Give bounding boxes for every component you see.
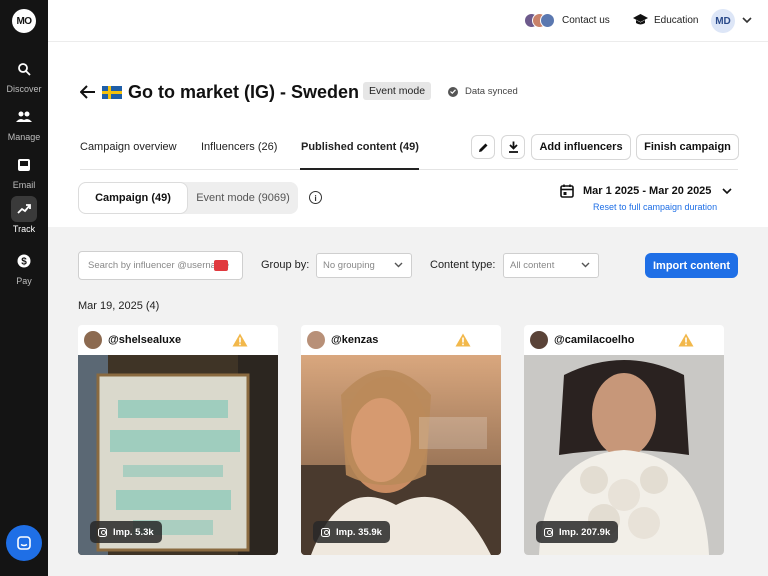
post-thumbnail[interactable]: Imp. 207.9k: [524, 355, 724, 555]
top-bar: Contact us Education MD: [48, 0, 768, 42]
group-by-value: No grouping: [323, 260, 375, 271]
group-by-label: Group by:: [261, 259, 310, 271]
sidebar-item-manage[interactable]: Manage: [0, 104, 48, 142]
pencil-icon: [478, 143, 487, 152]
download-button[interactable]: [501, 135, 525, 159]
sidebar-item-label: Discover: [6, 84, 42, 94]
impressions-badge: Imp. 5.3k: [90, 521, 162, 543]
import-content-button[interactable]: Import content: [645, 253, 738, 278]
search-input[interactable]: Search by influencer @username: [78, 251, 243, 280]
event-mode-badge: Event mode: [363, 82, 432, 100]
sidebar-item-label: Manage: [7, 132, 41, 142]
instagram-icon: [544, 527, 553, 537]
chevron-down-icon: [581, 262, 590, 268]
warning-icon[interactable]: [678, 333, 694, 347]
search-icon: [11, 56, 37, 82]
sidebar-item-label: Pay: [16, 276, 32, 286]
impressions-badge: Imp. 35.9k: [313, 521, 390, 543]
contact-us-link[interactable]: Contact us: [562, 15, 610, 26]
search-placeholder: Search by influencer @username: [88, 260, 230, 271]
tab-influencers[interactable]: Influencers (26): [201, 141, 277, 153]
sidebar-item-label: Email: [12, 180, 36, 190]
tab-published-content[interactable]: Published content (49): [301, 141, 419, 153]
content-type-value: All content: [510, 260, 555, 271]
sync-status: Data synced: [448, 86, 518, 97]
inbox-icon: [11, 152, 37, 178]
post-thumbnail[interactable]: Imp. 5.3k: [78, 355, 278, 555]
content-card[interactable]: @shelsealuxe Imp. 5.3k: [78, 325, 278, 555]
check-circle-icon: [448, 86, 458, 97]
post-thumbnail[interactable]: Imp. 35.9k: [301, 355, 501, 555]
edit-button[interactable]: [471, 135, 495, 159]
chat-icon: [17, 536, 31, 550]
calendar-icon: [560, 184, 574, 198]
finish-campaign-button[interactable]: Finish campaign: [636, 134, 739, 160]
sidebar-item-label: Track: [12, 224, 36, 234]
info-icon[interactable]: i: [309, 191, 322, 204]
instagram-icon: [321, 527, 330, 537]
impressions-value: Imp. 207.9k: [559, 526, 611, 538]
influencer-handle[interactable]: @shelsealuxe: [108, 334, 181, 346]
impressions-badge: Imp. 207.9k: [536, 521, 619, 543]
view-toggle: Campaign (49) Event mode (9069): [78, 182, 298, 214]
download-icon: [508, 141, 518, 153]
campaign-toggle[interactable]: Campaign (49): [78, 182, 188, 214]
influencer-handle[interactable]: @camilacoelho: [554, 334, 634, 346]
date-range-picker[interactable]: Mar 1 2025 - Mar 20 2025: [560, 182, 732, 200]
svg-text:$: $: [21, 257, 27, 268]
chevron-down-icon: [722, 187, 732, 194]
content-card[interactable]: @kenzas Imp. 35.9k: [301, 325, 501, 555]
group-by-select[interactable]: No grouping: [316, 253, 412, 278]
avatar[interactable]: [84, 331, 102, 349]
group-date-header: Mar 19, 2025 (4): [78, 300, 160, 312]
impressions-value: Imp. 35.9k: [336, 526, 382, 538]
chat-support-button[interactable]: [6, 525, 42, 561]
date-range-label: Mar 1 2025 - Mar 20 2025: [583, 185, 712, 197]
sidebar: MO Discover Manage Email Track $ Pay: [0, 0, 48, 576]
impressions-value: Imp. 5.3k: [113, 526, 154, 538]
people-icon: [11, 104, 37, 130]
content-type-label: Content type:: [430, 259, 496, 271]
sidebar-item-track[interactable]: Track: [0, 196, 48, 234]
sweden-flag-icon: [102, 85, 122, 99]
card-header: @camilacoelho: [524, 325, 724, 355]
content-type-select[interactable]: All content: [503, 253, 599, 278]
education-link[interactable]: Education: [654, 15, 698, 26]
instagram-icon: [98, 527, 107, 537]
reset-duration-link[interactable]: Reset to full campaign duration: [593, 202, 717, 212]
dollar-icon: $: [11, 248, 37, 274]
warning-icon[interactable]: [232, 333, 248, 347]
card-header: @kenzas: [301, 325, 501, 355]
page-header: Go to market (IG) - Sweden: [80, 80, 359, 104]
sidebar-item-email[interactable]: Email: [0, 152, 48, 190]
graduation-cap-icon: [633, 14, 648, 25]
extension-badge-icon: [214, 260, 228, 271]
warning-icon[interactable]: [455, 333, 471, 347]
app-logo[interactable]: MO: [12, 9, 36, 33]
user-avatar[interactable]: MD: [711, 9, 735, 33]
chevron-down-icon: [394, 262, 403, 268]
influencer-handle[interactable]: @kenzas: [331, 334, 378, 346]
chevron-down-icon[interactable]: [742, 17, 752, 24]
contact-avatars: [524, 13, 556, 29]
trending-icon: [11, 196, 37, 222]
sidebar-item-discover[interactable]: Discover: [0, 56, 48, 94]
sidebar-item-pay[interactable]: $ Pay: [0, 248, 48, 286]
back-arrow-icon[interactable]: [80, 85, 96, 99]
active-tab-indicator: [300, 168, 419, 170]
page-title: Go to market (IG) - Sweden: [128, 81, 360, 102]
avatar[interactable]: [530, 331, 548, 349]
tab-campaign-overview[interactable]: Campaign overview: [80, 141, 177, 153]
avatar[interactable]: [307, 331, 325, 349]
add-influencers-button[interactable]: Add influencers: [531, 134, 631, 160]
event-mode-toggle[interactable]: Event mode (9069): [188, 182, 298, 214]
card-header: @shelsealuxe: [78, 325, 278, 355]
sync-status-text: Data synced: [465, 86, 518, 97]
content-card[interactable]: @camilacoelho Imp. 207.9k: [524, 325, 724, 555]
